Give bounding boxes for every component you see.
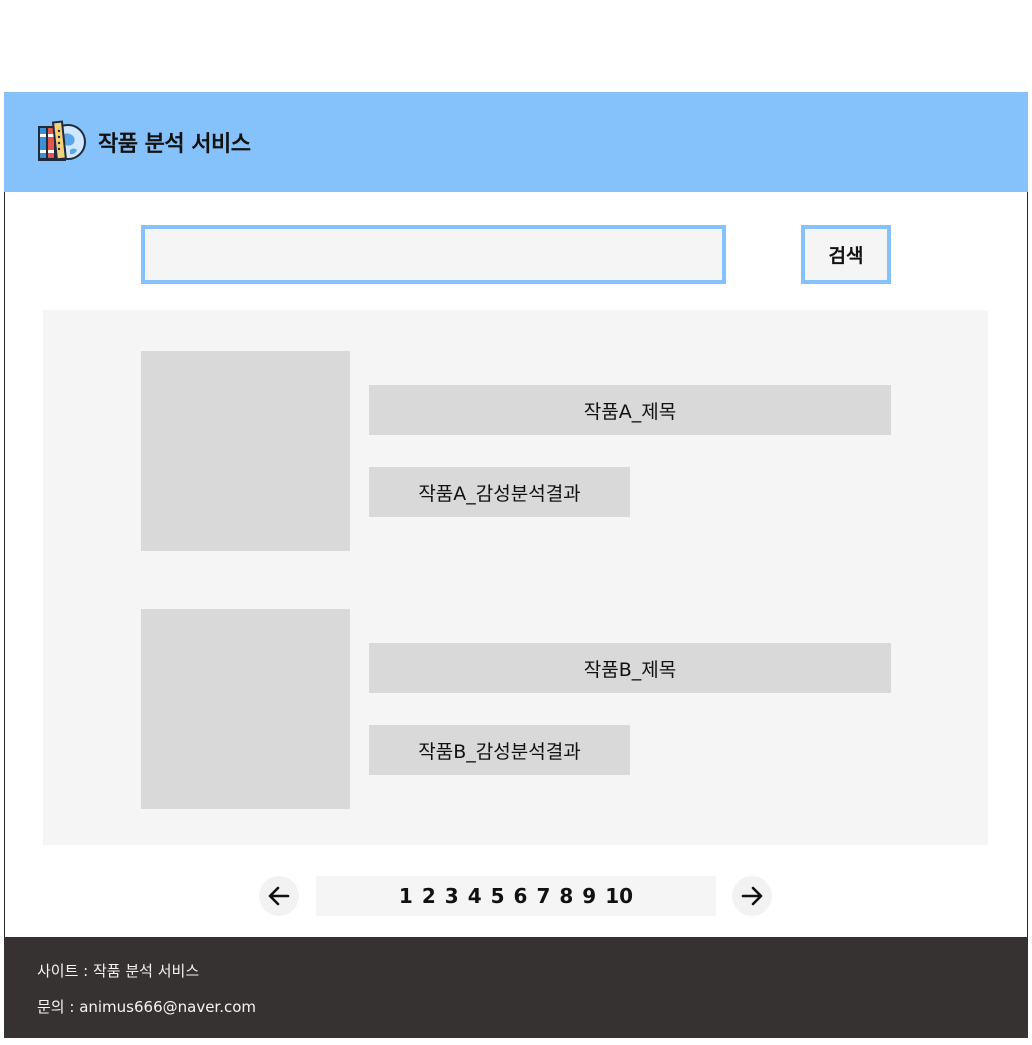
pagination: 1 2 3 4 5 6 7 8 9 10 [316,876,716,916]
result-sentiment-a[interactable]: 작품A_감성분석결과 [369,467,630,517]
result-thumbnail-b[interactable] [141,609,350,809]
footer-site-info: 사이트 : 작품 분석 서비스 [37,962,200,980]
result-title-a[interactable]: 작품A_제목 [369,385,891,435]
prev-page-button[interactable] [259,876,299,916]
result-title-b[interactable]: 작품B_제목 [369,643,891,693]
arrow-right-icon [741,886,763,906]
result-sentiment-b[interactable]: 작품B_감성분석결과 [369,725,630,775]
result-thumbnail-a[interactable] [141,351,350,551]
books-globe-logo-icon [38,120,86,161]
page-3[interactable]: 3 [445,884,459,908]
page-10[interactable]: 10 [605,884,633,908]
page-6[interactable]: 6 [514,884,528,908]
page-2[interactable]: 2 [422,884,436,908]
footer-contact: 문의 : animus666@naver.com [37,998,257,1016]
header-bar: 작품 분석 서비스 [4,92,1028,192]
page-9[interactable]: 9 [582,884,596,908]
results-panel: 작품A_제목 작품A_감성분석결과 작품B_제목 작품B_감성분석결과 [43,310,988,845]
page-1[interactable]: 1 [399,884,413,908]
arrow-left-icon [268,886,290,906]
search-button[interactable]: 검색 [801,225,891,284]
next-page-button[interactable] [732,876,772,916]
page-7[interactable]: 7 [536,884,550,908]
page-5[interactable]: 5 [491,884,505,908]
page-8[interactable]: 8 [559,884,573,908]
app-title: 작품 분석 서비스 [98,132,251,157]
footer: 사이트 : 작품 분석 서비스 문의 : animus666@naver.com [4,937,1028,1038]
page-4[interactable]: 4 [468,884,482,908]
search-input[interactable] [141,225,726,284]
